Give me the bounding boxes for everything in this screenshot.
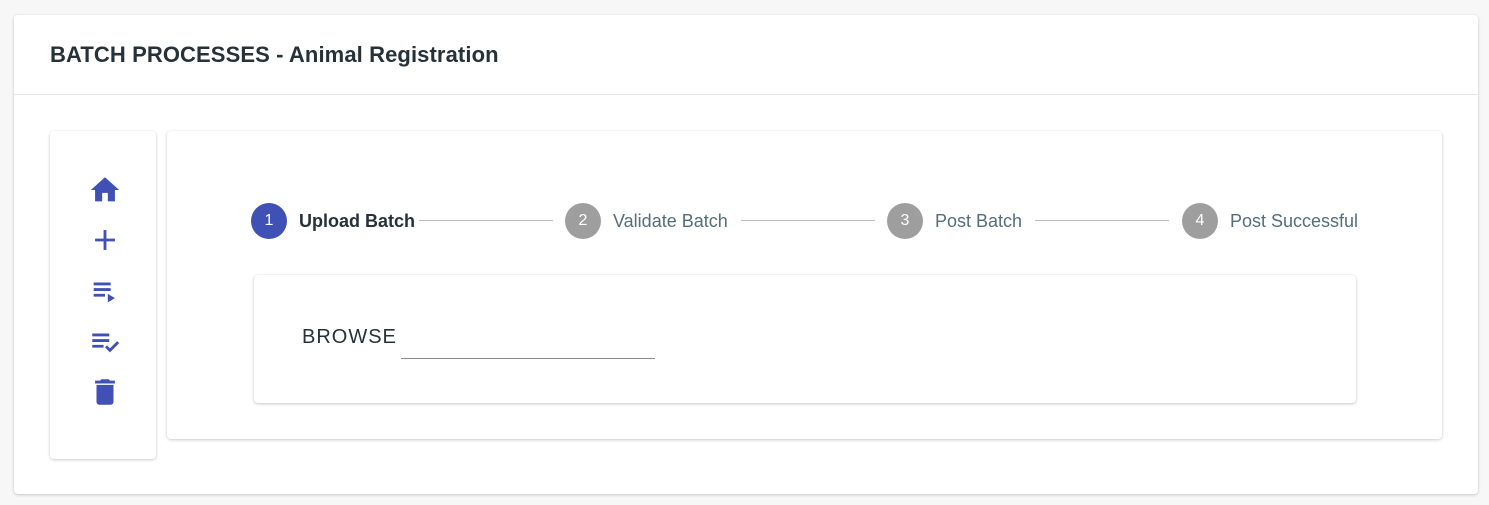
step-1-label: Upload Batch [299,211,416,231]
add-icon[interactable] [88,223,122,257]
step-3-label: Post Batch [935,211,1023,231]
playlist-check-icon[interactable] [88,325,122,359]
stepper: 1 Upload Batch 2 Validate Batch 3 Post B… [251,203,1371,239]
step-1-number: 1 [251,203,287,239]
page-title: BATCH PROCESSES - Animal Registration [50,41,499,67]
upload-card: BROWSE [254,275,1356,403]
browse-button[interactable]: BROWSE [302,326,397,349]
sidebar-actions [50,131,156,459]
main-panel: 1 Upload Batch 2 Validate Batch 3 Post B… [167,131,1442,439]
delete-icon[interactable] [88,375,122,409]
card-header: BATCH PROCESSES - Animal Registration [14,15,1478,95]
playlist-play-icon[interactable] [88,274,122,308]
step-4-label: Post Successful [1230,211,1359,231]
step-connector [419,220,553,221]
batch-process-card: BATCH PROCESSES - Animal Registration 1 … [14,15,1478,494]
step-3-number: 3 [887,203,923,239]
home-icon[interactable] [88,173,122,207]
step-connector [741,220,875,221]
step-connector [1035,220,1169,221]
step-2-number: 2 [565,203,601,239]
step-2-label: Validate Batch [613,211,728,231]
file-path-input[interactable] [401,325,655,359]
step-4-number: 4 [1182,203,1218,239]
